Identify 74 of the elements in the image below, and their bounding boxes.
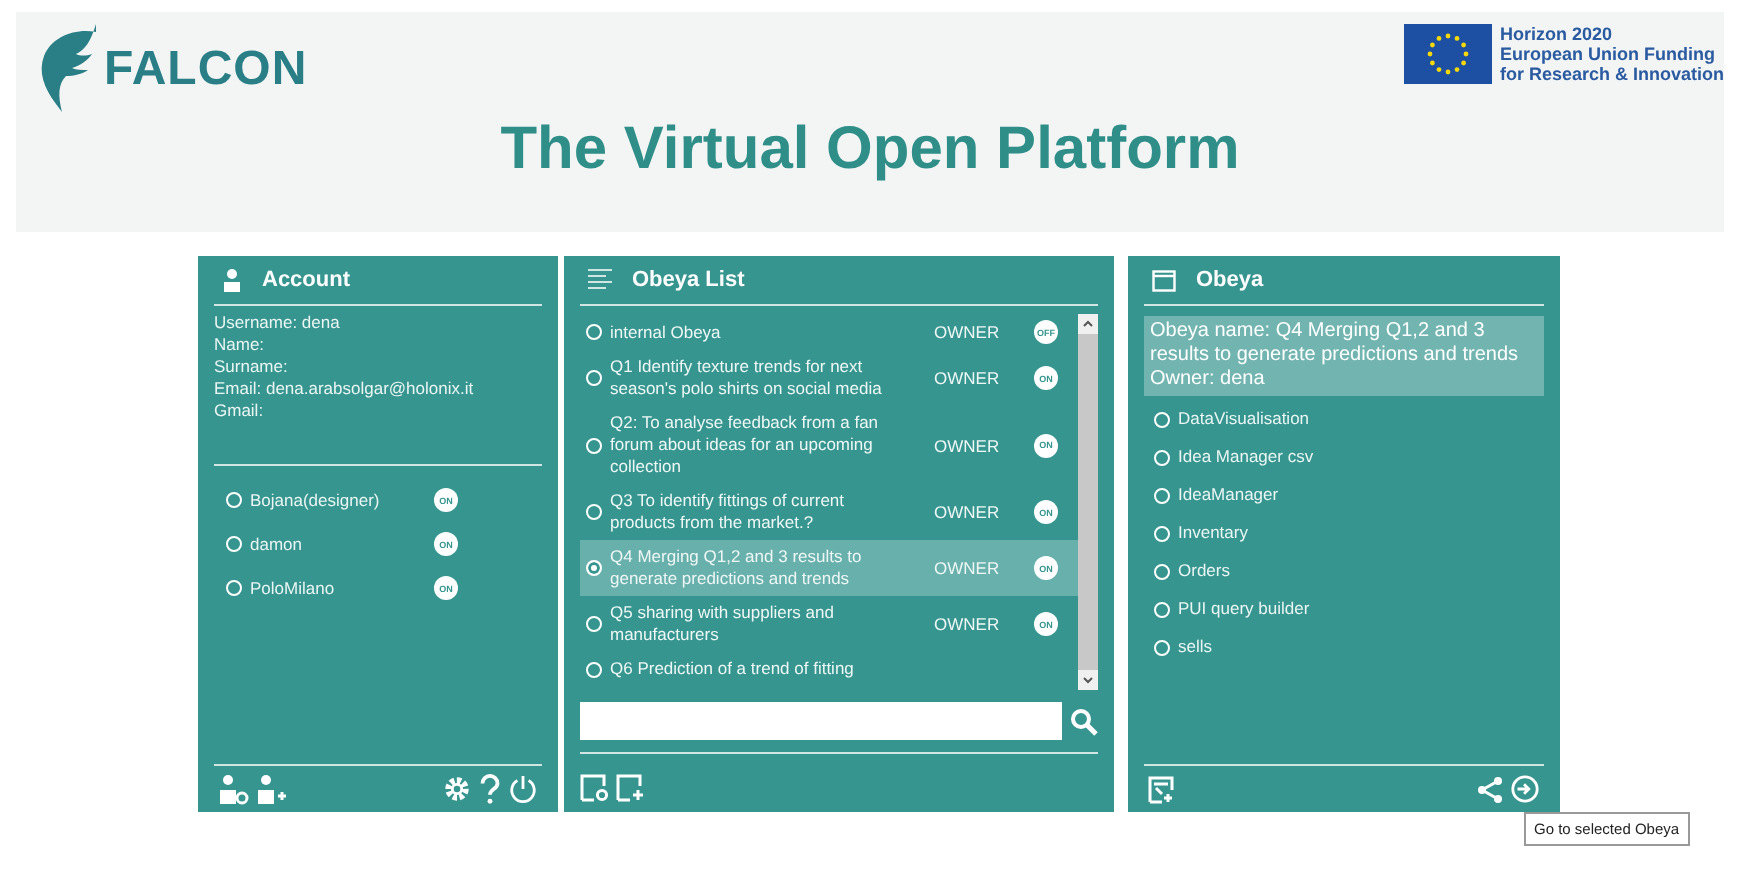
- tool-name: PUI query builder: [1178, 598, 1310, 620]
- tool-name: sells: [1178, 636, 1213, 658]
- obeya-name: Q2: To analyse feedback from a fan forum about ideas for an upcoming collection: [610, 412, 881, 478]
- add-obeya-icon[interactable]: [616, 774, 646, 802]
- flag-icon: [1403, 24, 1492, 84]
- detail-text: Obeya name: Q4 Merging Q1,2 and 3 results to generate predictions and trends: [1150, 320, 1520, 368]
- enter-icon[interactable]: [1510, 774, 1540, 804]
- help-icon[interactable]: [478, 774, 502, 804]
- folder-settings-icon[interactable]: [580, 774, 610, 802]
- role-label: OWNER: [934, 435, 1002, 455]
- panel-title: Account: [262, 268, 350, 292]
- radio-button[interactable]: [226, 536, 242, 552]
- radio-button[interactable]: [1154, 563, 1170, 579]
- obeya-name: Q6 Prediction of a trend of fitting: [610, 658, 856, 680]
- radio-button[interactable]: [586, 560, 602, 576]
- obeya-name: Q3 To identify fittings of current products from the market.?: [610, 490, 847, 534]
- brand-name: FALCON: [104, 42, 308, 98]
- role-label: OWNER: [934, 558, 1002, 578]
- funding-text: Horizon 2020: [1499, 24, 1614, 44]
- detail-text: Owner: dena: [1150, 368, 1267, 392]
- tool-name: Orders: [1178, 560, 1230, 582]
- account-field: Username: dena: [214, 312, 542, 334]
- role-label: OWNER: [934, 502, 1002, 522]
- role-label: OWNER: [934, 322, 1002, 342]
- panel-title: Obeya List: [632, 268, 745, 292]
- radio-button[interactable]: [586, 661, 602, 677]
- obeya-name: Q5 sharing with suppliers and manufacturers: [610, 602, 836, 646]
- radio-button[interactable]: [1154, 487, 1170, 503]
- obeya-name: Q4 Merging Q1,2 and 3 results to generate predictions and trends: [610, 546, 864, 590]
- obeya-name: internal Obeya: [610, 321, 723, 343]
- radio-button[interactable]: [1154, 411, 1170, 427]
- scrollbar[interactable]: [1078, 314, 1098, 690]
- scroll-up-icon[interactable]: [1078, 314, 1098, 334]
- page-title: The Virtual Open Platform: [500, 116, 1240, 184]
- user-settings-icon[interactable]: [218, 773, 250, 805]
- panel-title: Obeya: [1196, 268, 1264, 292]
- radio-button[interactable]: [226, 492, 242, 508]
- window-icon: [1152, 269, 1176, 291]
- tool-name: Idea Manager csv: [1178, 446, 1314, 468]
- contact-name: Bojana(designer): [250, 489, 382, 511]
- user-icon: [222, 268, 242, 292]
- add-user-icon[interactable]: [256, 773, 288, 805]
- account-field: Email: dena.arabsolgar@holonix.it: [214, 378, 542, 400]
- radio-button[interactable]: [586, 437, 602, 453]
- power-icon[interactable]: [508, 774, 538, 804]
- scroll-down-icon[interactable]: [1078, 670, 1098, 690]
- funding-text: European Union Funding: [1499, 44, 1717, 64]
- role-label: OWNER: [934, 368, 1002, 388]
- menu-icon[interactable]: [588, 268, 612, 292]
- tool-name: DataVisualisation: [1178, 408, 1310, 430]
- radio-button[interactable]: [1154, 525, 1170, 541]
- obeya-list-item[interactable]: Q6 Prediction of a trend of fitting: [580, 652, 1078, 686]
- share-icon[interactable]: [1476, 775, 1504, 803]
- radio-button[interactable]: [1154, 601, 1170, 617]
- tool-name: Inventary: [1178, 522, 1248, 544]
- radio-button[interactable]: [586, 370, 602, 386]
- tool-name: IdeaManager: [1178, 484, 1279, 506]
- account-field: Name:: [214, 334, 542, 356]
- radio-button[interactable]: [226, 580, 242, 596]
- contact-name: damon: [250, 533, 304, 555]
- role-label: OWNER: [934, 614, 1002, 634]
- radio-button[interactable]: [586, 504, 602, 520]
- radio-button[interactable]: [586, 324, 602, 340]
- search-field[interactable]: [580, 702, 1062, 740]
- radio-button[interactable]: [586, 616, 602, 632]
- settings-icon[interactable]: [442, 774, 472, 804]
- obeya-name: Q1 Identify texture trends for next season's polo shirts on social media: [610, 356, 884, 400]
- radio-button[interactable]: [1154, 639, 1170, 655]
- radio-button[interactable]: [1154, 449, 1170, 465]
- search-icon[interactable]: [1070, 707, 1098, 735]
- account-field: Surname:: [214, 356, 542, 378]
- funding-text: for Research & Innovation: [1499, 64, 1724, 84]
- account-field: Gmail:: [214, 400, 542, 422]
- contact-name: PoloMilano: [250, 577, 337, 599]
